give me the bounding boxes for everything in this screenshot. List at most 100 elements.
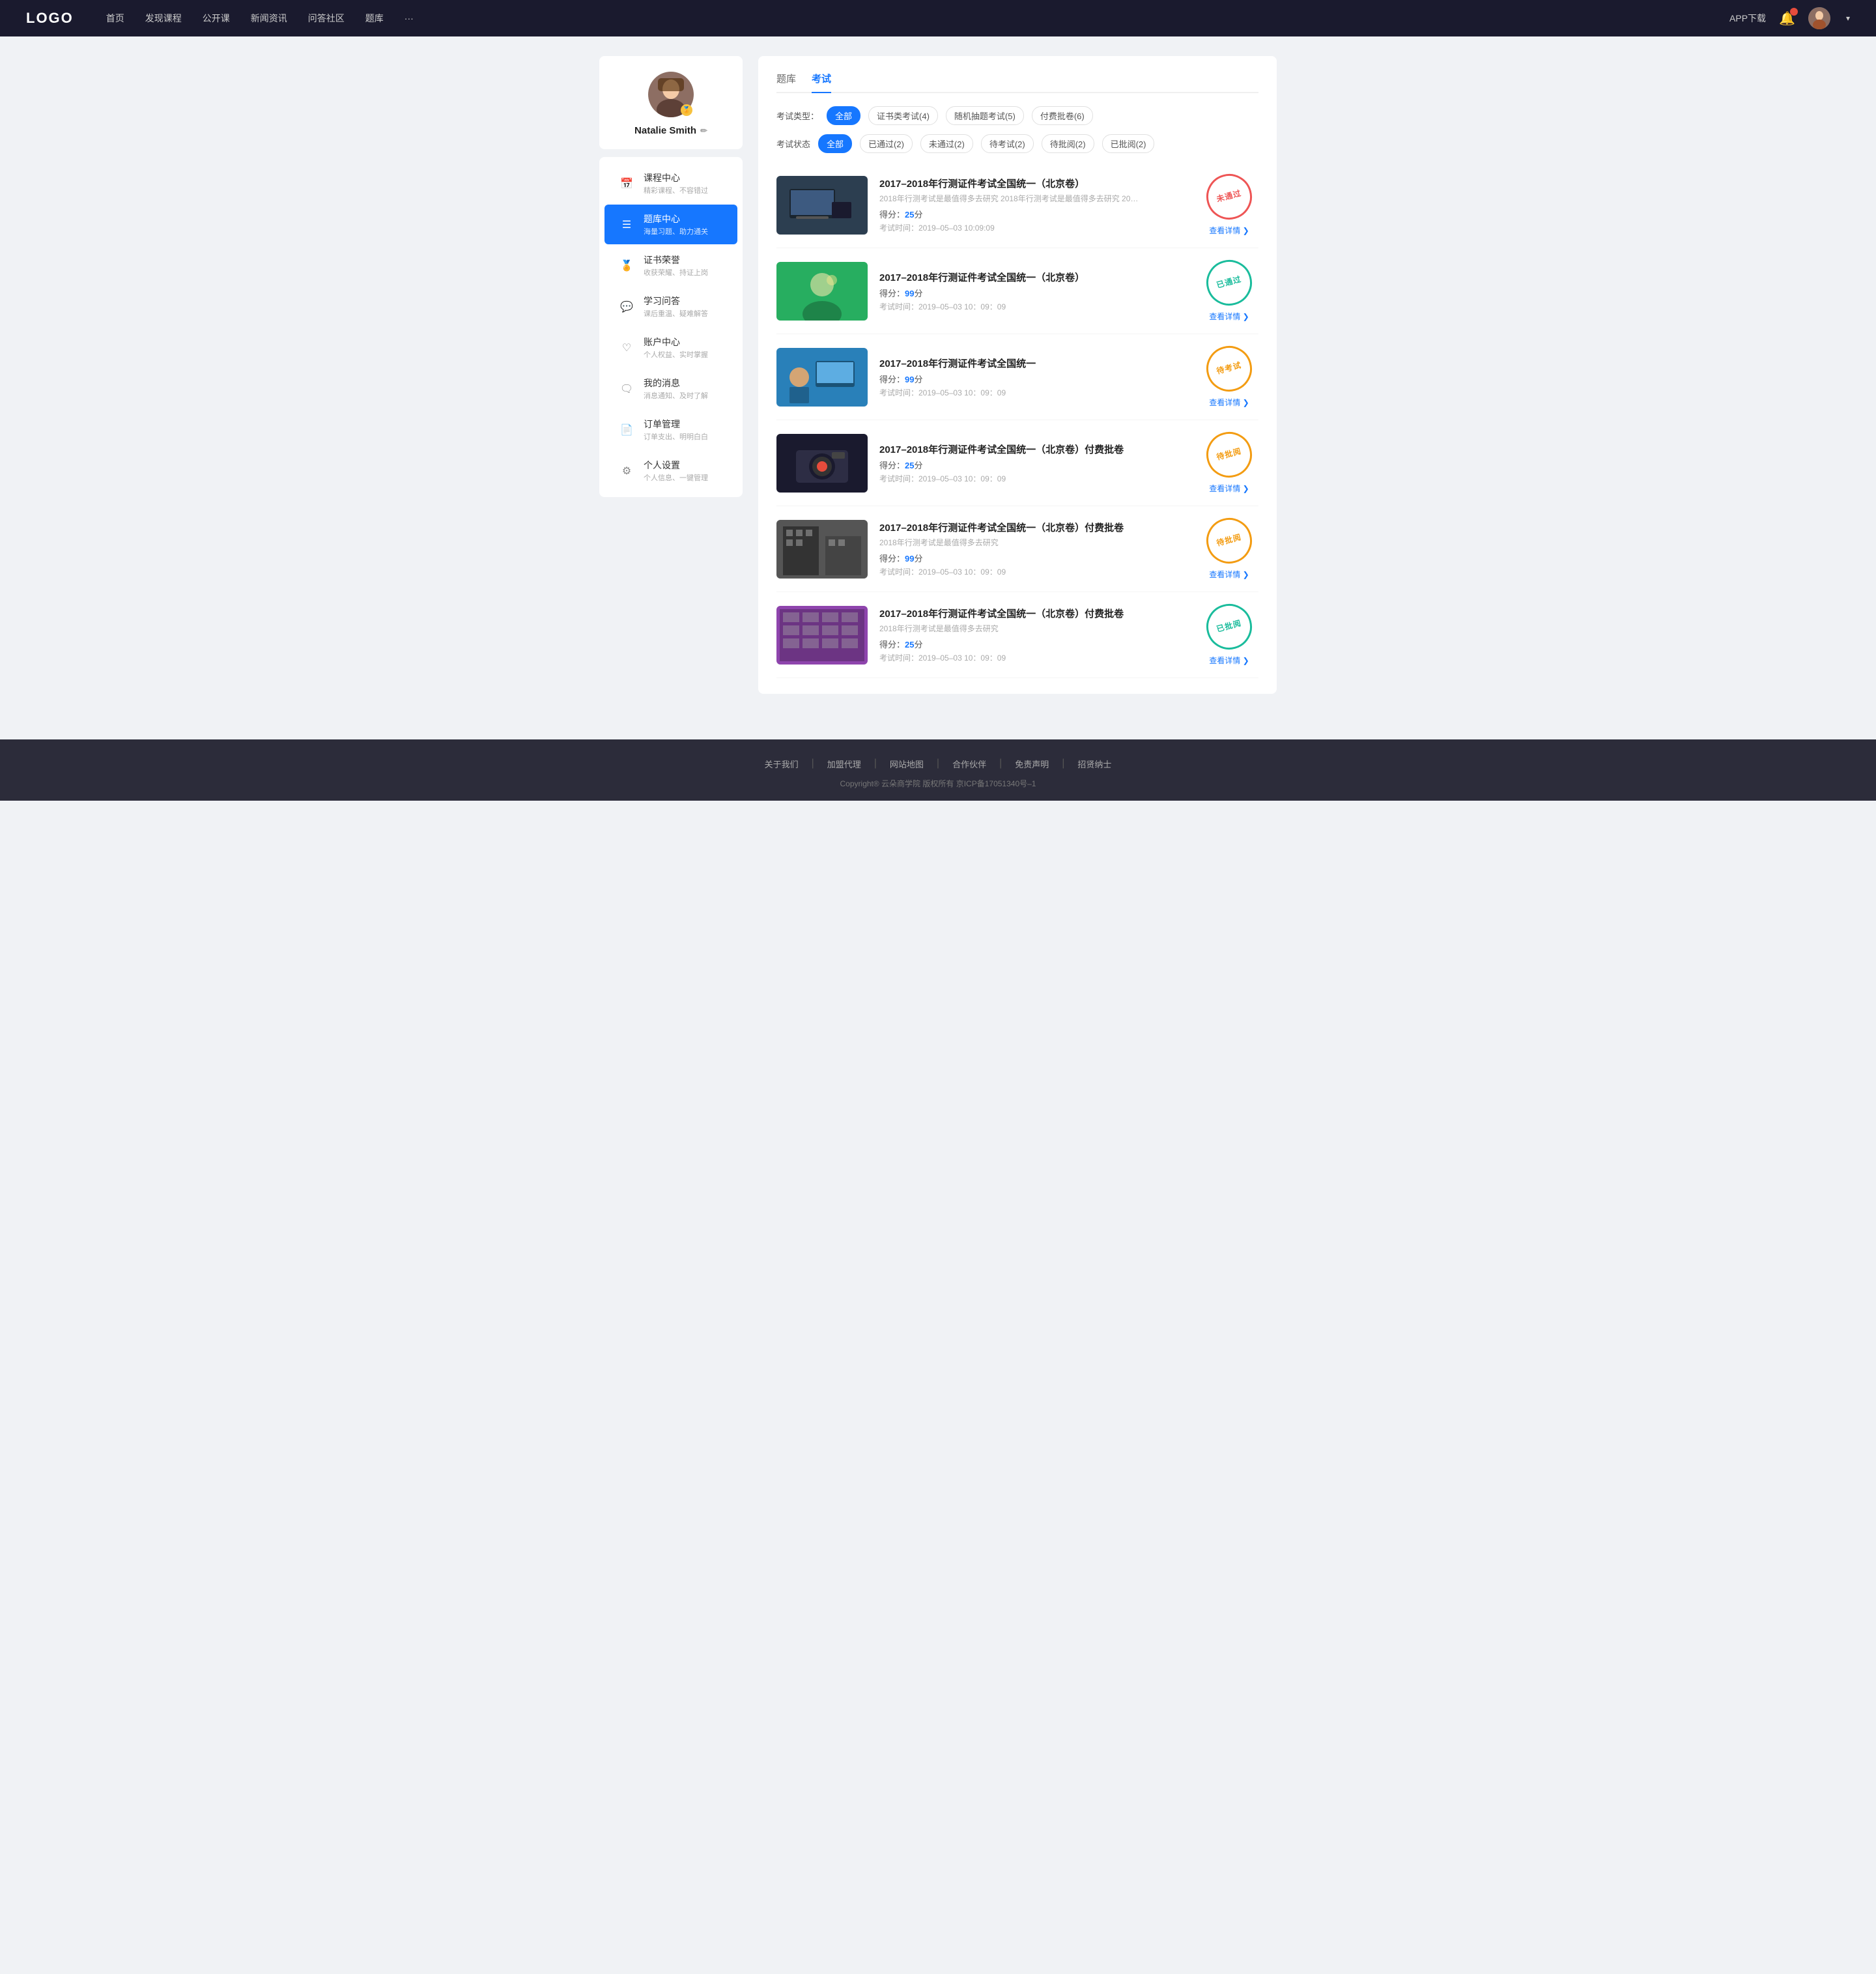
messages-icon: 🗨 xyxy=(618,382,636,395)
filter-status-all[interactable]: 全部 xyxy=(818,134,852,153)
view-detail-button[interactable]: 查看详情 ❯ xyxy=(1209,569,1249,580)
exam-actions: 未通过 查看详情 ❯ xyxy=(1200,174,1258,236)
tab-exam[interactable]: 考试 xyxy=(812,72,831,93)
logo[interactable]: LOGO xyxy=(26,10,74,27)
exam-desc: 2018年行测考试是最值得多去研究 xyxy=(879,537,1140,548)
notification-badge xyxy=(1790,8,1798,16)
exam-thumbnail xyxy=(776,262,868,321)
exam-time: 考试时间：2019–05–03 10：09：09 xyxy=(879,652,1188,663)
sidebar-item-account[interactable]: ♡ 账户中心 个人权益、实时掌握 xyxy=(604,328,737,367)
notification-bell[interactable]: 🔔 xyxy=(1779,10,1795,27)
footer-link-1[interactable]: 加盟代理 xyxy=(827,758,861,770)
filter-status-reviewed[interactable]: 已批阅(2) xyxy=(1102,134,1155,153)
view-detail-button[interactable]: 查看详情 ❯ xyxy=(1209,483,1249,494)
footer-link-0[interactable]: 关于我们 xyxy=(765,758,799,770)
sidebar-item-question-bank[interactable]: ☰ 题库中心 海量习题、助力通关 xyxy=(604,205,737,244)
exam-thumbnail xyxy=(776,348,868,407)
view-detail-button[interactable]: 查看详情 ❯ xyxy=(1209,655,1249,666)
sidebar-item-settings[interactable]: ⚙ 个人设置 个人信息、一键管理 xyxy=(604,451,737,491)
navbar: LOGO 首页 发现课程 公开课 新闻资讯 问答社区 题库 ··· APP下载 … xyxy=(0,0,1876,36)
exam-info: 2017–2018年行测证件考试全国统一（北京卷）付费批卷 2018年行测考试是… xyxy=(879,521,1188,577)
exam-time: 考试时间：2019–05–03 10:09:09 xyxy=(879,222,1188,233)
footer-divider: | xyxy=(874,758,877,770)
footer-divider: | xyxy=(1062,758,1064,770)
exam-score: 得分：25分 xyxy=(879,638,1188,650)
settings-icon: ⚙ xyxy=(618,465,636,478)
nav-more[interactable]: ··· xyxy=(405,13,414,23)
filter-type-label: 考试类型： xyxy=(776,109,819,122)
user-avatar[interactable] xyxy=(1808,7,1830,29)
sidebar-item-study-qa[interactable]: 💬 学习问答 课后重温、疑难解答 xyxy=(604,287,737,326)
footer-links: 关于我们|加盟代理|网站地图|合作伙伴|免责声明|招贤纳士 xyxy=(0,758,1876,770)
filter-type-cert[interactable]: 证书类考试(4) xyxy=(868,106,938,125)
nav-home[interactable]: 首页 xyxy=(106,12,124,25)
exam-stamp: 待考试 xyxy=(1201,341,1257,397)
sidebar-profile: 🏅 Natalie Smith ✏ xyxy=(599,56,743,149)
exam-info: 2017–2018年行测证件考试全国统一（北京卷） 得分：99分 考试时间：20… xyxy=(879,270,1188,312)
tab-bank[interactable]: 题库 xyxy=(776,72,796,93)
account-icon: ♡ xyxy=(618,341,636,354)
certificate-icon: 🏅 xyxy=(618,259,636,272)
exam-title: 2017–2018年行测证件考试全国统一（北京卷）付费批卷 xyxy=(879,442,1188,456)
sidebar: 🏅 Natalie Smith ✏ 📅 课程中心 精彩课程、不容错过 ☰ 题库中… xyxy=(599,56,743,694)
exam-item: 2017–2018年行测证件考试全国统一（北京卷） 2018年行测考试是最值得多… xyxy=(776,162,1258,248)
filter-type-row: 考试类型： 全部 证书类考试(4) 随机抽题考试(5) 付费批卷(6) xyxy=(776,106,1258,125)
exam-desc: 2018年行测考试是最值得多去研究 xyxy=(879,623,1140,634)
nav-qa[interactable]: 问答社区 xyxy=(308,12,345,25)
edit-icon[interactable]: ✏ xyxy=(700,126,707,136)
exam-actions: 待批阅 查看详情 ❯ xyxy=(1200,432,1258,494)
exam-actions: 待批阅 查看详情 ❯ xyxy=(1200,518,1258,580)
sidebar-item-orders[interactable]: 📄 订单管理 订单支出、明明白白 xyxy=(604,410,737,450)
nav-news[interactable]: 新闻资讯 xyxy=(251,12,287,25)
footer-copyright: Copyright® 云朵商学院 版权所有 京ICP备17051340号–1 xyxy=(0,778,1876,789)
exam-title: 2017–2018年行测证件考试全国统一（北京卷）付费批卷 xyxy=(879,521,1188,534)
exam-thumbnail xyxy=(776,520,868,579)
study-qa-icon: 💬 xyxy=(618,300,636,313)
filter-status-pending[interactable]: 待考试(2) xyxy=(981,134,1034,153)
filter-type-all[interactable]: 全部 xyxy=(827,106,860,125)
exam-title: 2017–2018年行测证件考试全国统一 xyxy=(879,356,1188,370)
content-area: 题库 考试 考试类型： 全部 证书类考试(4) 随机抽题考试(5) 付费批卷(6… xyxy=(758,56,1277,694)
view-detail-button[interactable]: 查看详情 ❯ xyxy=(1209,397,1249,408)
exam-score: 得分：99分 xyxy=(879,373,1188,385)
exam-stamp: 未通过 xyxy=(1201,169,1257,225)
course-icon: 📅 xyxy=(618,177,636,190)
sidebar-item-course[interactable]: 📅 课程中心 精彩课程、不容错过 xyxy=(604,164,737,203)
exam-score: 得分：99分 xyxy=(879,287,1188,299)
sidebar-menu: 📅 课程中心 精彩课程、不容错过 ☰ 题库中心 海量习题、助力通关 🏅 证书荣誉… xyxy=(599,157,743,497)
footer-divider: | xyxy=(999,758,1002,770)
question-bank-icon: ☰ xyxy=(618,218,636,231)
sidebar-item-certificate[interactable]: 🏅 证书荣誉 收获荣耀、持证上岗 xyxy=(604,246,737,285)
filter-status-passed[interactable]: 已通过(2) xyxy=(860,134,913,153)
main-wrapper: 🏅 Natalie Smith ✏ 📅 课程中心 精彩课程、不容错过 ☰ 题库中… xyxy=(586,36,1290,720)
exam-title: 2017–2018年行测证件考试全国统一（北京卷） xyxy=(879,270,1188,284)
sidebar-item-messages[interactable]: 🗨 我的消息 消息通知、及时了解 xyxy=(604,369,737,408)
avatar-badge: 🏅 xyxy=(681,104,692,116)
top-tabs: 题库 考试 xyxy=(776,72,1258,93)
footer-divider: | xyxy=(937,758,939,770)
view-detail-button[interactable]: 查看详情 ❯ xyxy=(1209,225,1249,236)
filter-status-review-pending[interactable]: 待批阅(2) xyxy=(1042,134,1094,153)
exam-thumbnail xyxy=(776,606,868,665)
exam-item: 2017–2018年行测证件考试全国统一 得分：99分 考试时间：2019–05… xyxy=(776,334,1258,420)
nav-open-course[interactable]: 公开课 xyxy=(203,12,230,25)
exam-item: 2017–2018年行测证件考试全国统一（北京卷）付费批卷 2018年行测考试是… xyxy=(776,506,1258,592)
footer-link-3[interactable]: 合作伙伴 xyxy=(952,758,986,770)
nav-question-bank[interactable]: 题库 xyxy=(365,12,384,25)
exam-info: 2017–2018年行测证件考试全国统一 得分：99分 考试时间：2019–05… xyxy=(879,356,1188,398)
filter-status-failed[interactable]: 未通过(2) xyxy=(920,134,973,153)
view-detail-button[interactable]: 查看详情 ❯ xyxy=(1209,311,1249,322)
exam-title: 2017–2018年行测证件考试全国统一（北京卷）付费批卷 xyxy=(879,607,1188,620)
nav-courses[interactable]: 发现课程 xyxy=(145,12,182,25)
exam-time: 考试时间：2019–05–03 10：09：09 xyxy=(879,473,1188,484)
footer-link-4[interactable]: 免责声明 xyxy=(1015,758,1049,770)
app-download-link[interactable]: APP下载 xyxy=(1729,12,1766,25)
orders-icon: 📄 xyxy=(618,423,636,436)
footer-link-5[interactable]: 招贤纳士 xyxy=(1077,758,1111,770)
filter-type-random[interactable]: 随机抽题考试(5) xyxy=(946,106,1024,125)
exam-item: 2017–2018年行测证件考试全国统一（北京卷） 得分：99分 考试时间：20… xyxy=(776,248,1258,334)
footer-link-2[interactable]: 网站地图 xyxy=(890,758,924,770)
avatar-wrapper: 🏅 xyxy=(648,72,694,117)
user-menu-chevron[interactable]: ▾ xyxy=(1846,14,1850,23)
filter-type-paid[interactable]: 付费批卷(6) xyxy=(1032,106,1093,125)
